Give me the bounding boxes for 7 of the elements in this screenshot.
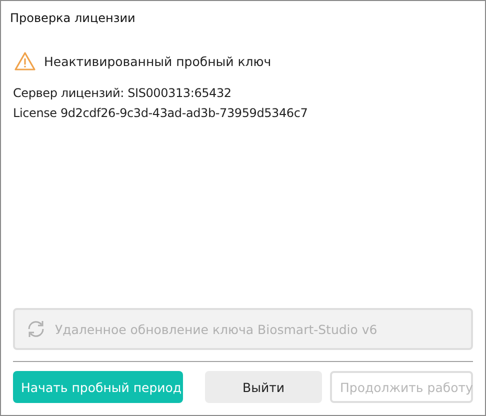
window-title: Проверка лицензии xyxy=(9,10,136,27)
warning-text: Неактивированный пробный ключ xyxy=(44,54,272,68)
warning-icon xyxy=(14,51,36,71)
start-trial-button[interactable]: Начать пробный период xyxy=(13,371,183,403)
info-text: Сервер лицензий: SIS000313:65432 xyxy=(13,85,232,102)
exit-button[interactable]: Выйти xyxy=(205,371,322,403)
info-text: License 9d2cdf26-9c3d-43ad-ad3b-73959d5346c7 xyxy=(13,105,309,122)
